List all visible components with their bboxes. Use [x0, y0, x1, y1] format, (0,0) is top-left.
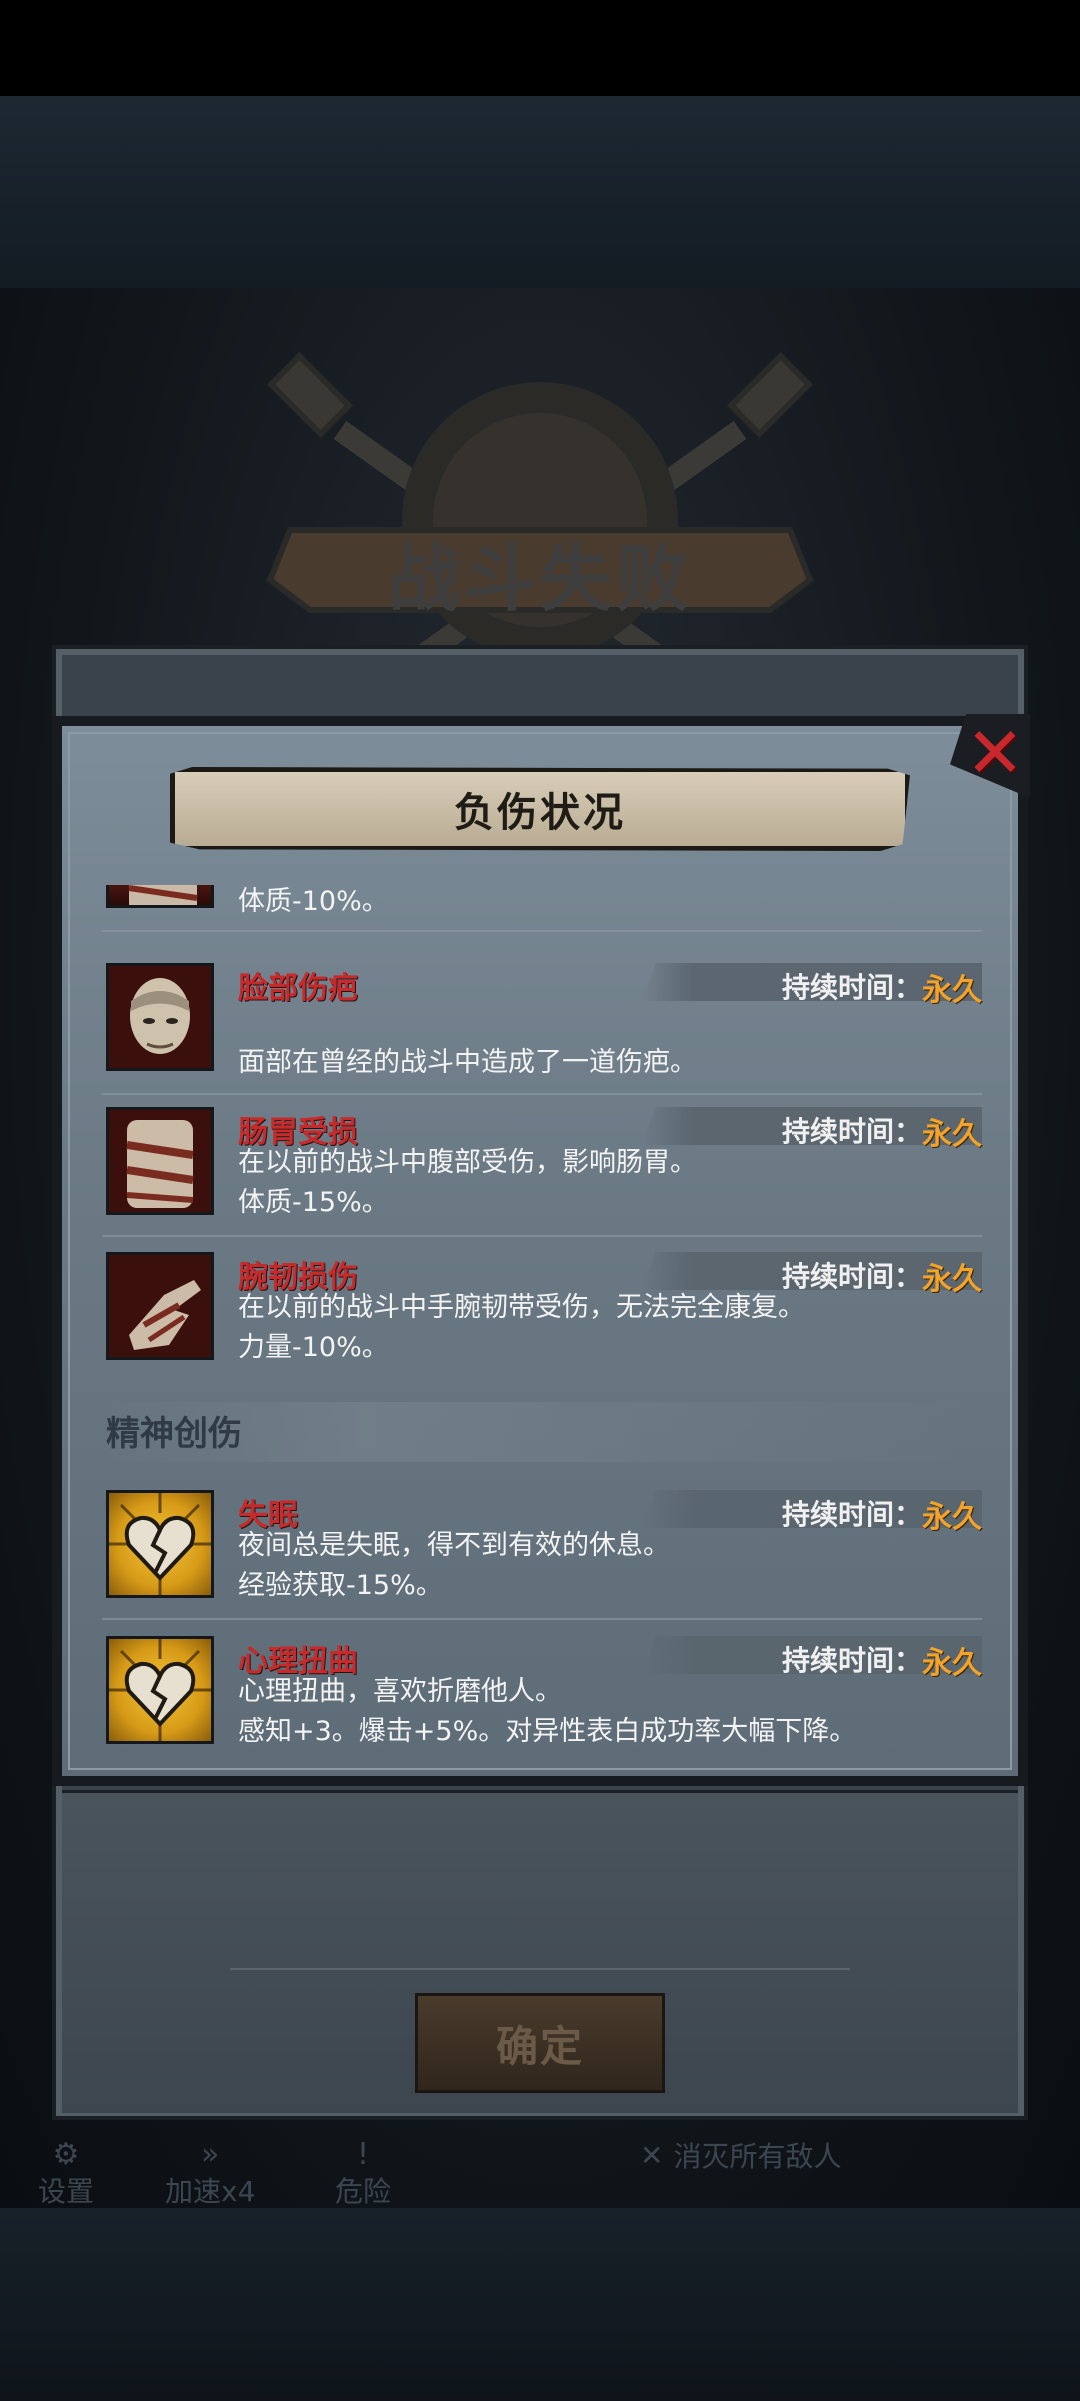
crossed-swords-icon: ✕ [640, 2138, 664, 2172]
bandaged-hand-icon [106, 1252, 214, 1360]
entry-separator [102, 1235, 982, 1237]
injury-list[interactable]: 体质-10%。 脸部伤疤 持续时间： 永久 面部在曾经的战斗中造成了一道伤疤。 [72, 885, 1008, 1765]
injury-desc-line: 面部在曾经的战斗中造成了一道伤疤。 [238, 1047, 697, 1078]
duration-label: 持续时间： [782, 971, 923, 1004]
duration-label: 持续时间： [782, 1644, 923, 1677]
trauma-desc-line: 感知+3。爆击+5%。对异性表白成功率大幅下降。 [238, 1716, 857, 1747]
status-bar-area [0, 0, 1080, 96]
injury-name: 脸部伤疤 [238, 971, 358, 1006]
divider [230, 1968, 850, 1970]
hud-danger[interactable]: ! 危险 [335, 2140, 391, 2210]
injury-desc-line: 力量-10%。 [238, 1332, 389, 1363]
confirm-button[interactable]: 确定 [415, 1993, 665, 2093]
entry-separator [102, 1618, 982, 1620]
close-x-icon[interactable]: ✕ [960, 718, 1030, 788]
trauma-desc-line: 夜间总是失眠，得不到有效的休息。 [238, 1530, 670, 1561]
hud-speed[interactable]: » 加速x4 [165, 2140, 255, 2210]
hud-speed-label: 加速x4 [165, 2175, 256, 2208]
hud-settings-label: 设置 [38, 2175, 95, 2208]
duration-value: 永久 [922, 1646, 982, 1681]
duration-value: 永久 [922, 973, 982, 1008]
scarred-face-icon [106, 963, 214, 1071]
dialog-title-banner: 负伤状况 [170, 767, 910, 851]
fast-forward-icon: » [201, 2137, 220, 2172]
trauma-desc-line: 心理扭曲，喜欢折磨他人。 [238, 1676, 562, 1707]
hud-danger-label: 危险 [335, 2175, 392, 2208]
bottom-band [0, 2208, 1080, 2401]
duration-label: 持续时间： [782, 1115, 923, 1148]
trauma-desc-line: 经验获取-15%。 [238, 1570, 443, 1601]
gear-icon: ⚙ [52, 2137, 80, 2172]
bottom-hud: ⚙ 设置 » 加速x4 ! 危险 [0, 2120, 1080, 2210]
duration-value: 永久 [922, 1262, 982, 1297]
entry-separator [102, 930, 982, 932]
danger-icon: ! [356, 2137, 370, 2172]
injury-desc-line: 体质-10%。 [238, 886, 389, 917]
dialog-title: 负伤状况 [454, 790, 626, 836]
duration-value: 永久 [922, 1500, 982, 1535]
hud-kill-all-label: 消灭所有敌人 [673, 2140, 842, 2173]
bandaged-torso-icon [106, 885, 214, 908]
duration-value: 永久 [922, 1117, 982, 1152]
bandaged-torso-icon [106, 1107, 214, 1215]
hud-settings[interactable]: ⚙ 设置 [38, 2140, 94, 2210]
top-band [0, 96, 1080, 288]
defeat-title: 战斗失败 [387, 537, 692, 621]
injury-desc-line: 体质-15%。 [238, 1187, 389, 1218]
entry-separator [102, 1093, 982, 1095]
section-title: 精神创伤 [106, 1414, 242, 1454]
broken-heart-icon [106, 1490, 214, 1598]
broken-heart-icon [106, 1636, 214, 1744]
duration-label: 持续时间： [782, 1498, 923, 1531]
injury-desc-line: 在以前的战斗中腹部受伤，影响肠胃。 [238, 1147, 697, 1178]
hud-kill-all: ✕ 消灭所有敌人 [640, 2135, 841, 2175]
injury-desc-line: 在以前的战斗中手腕韧带受伤，无法完全康复。 [238, 1292, 805, 1323]
